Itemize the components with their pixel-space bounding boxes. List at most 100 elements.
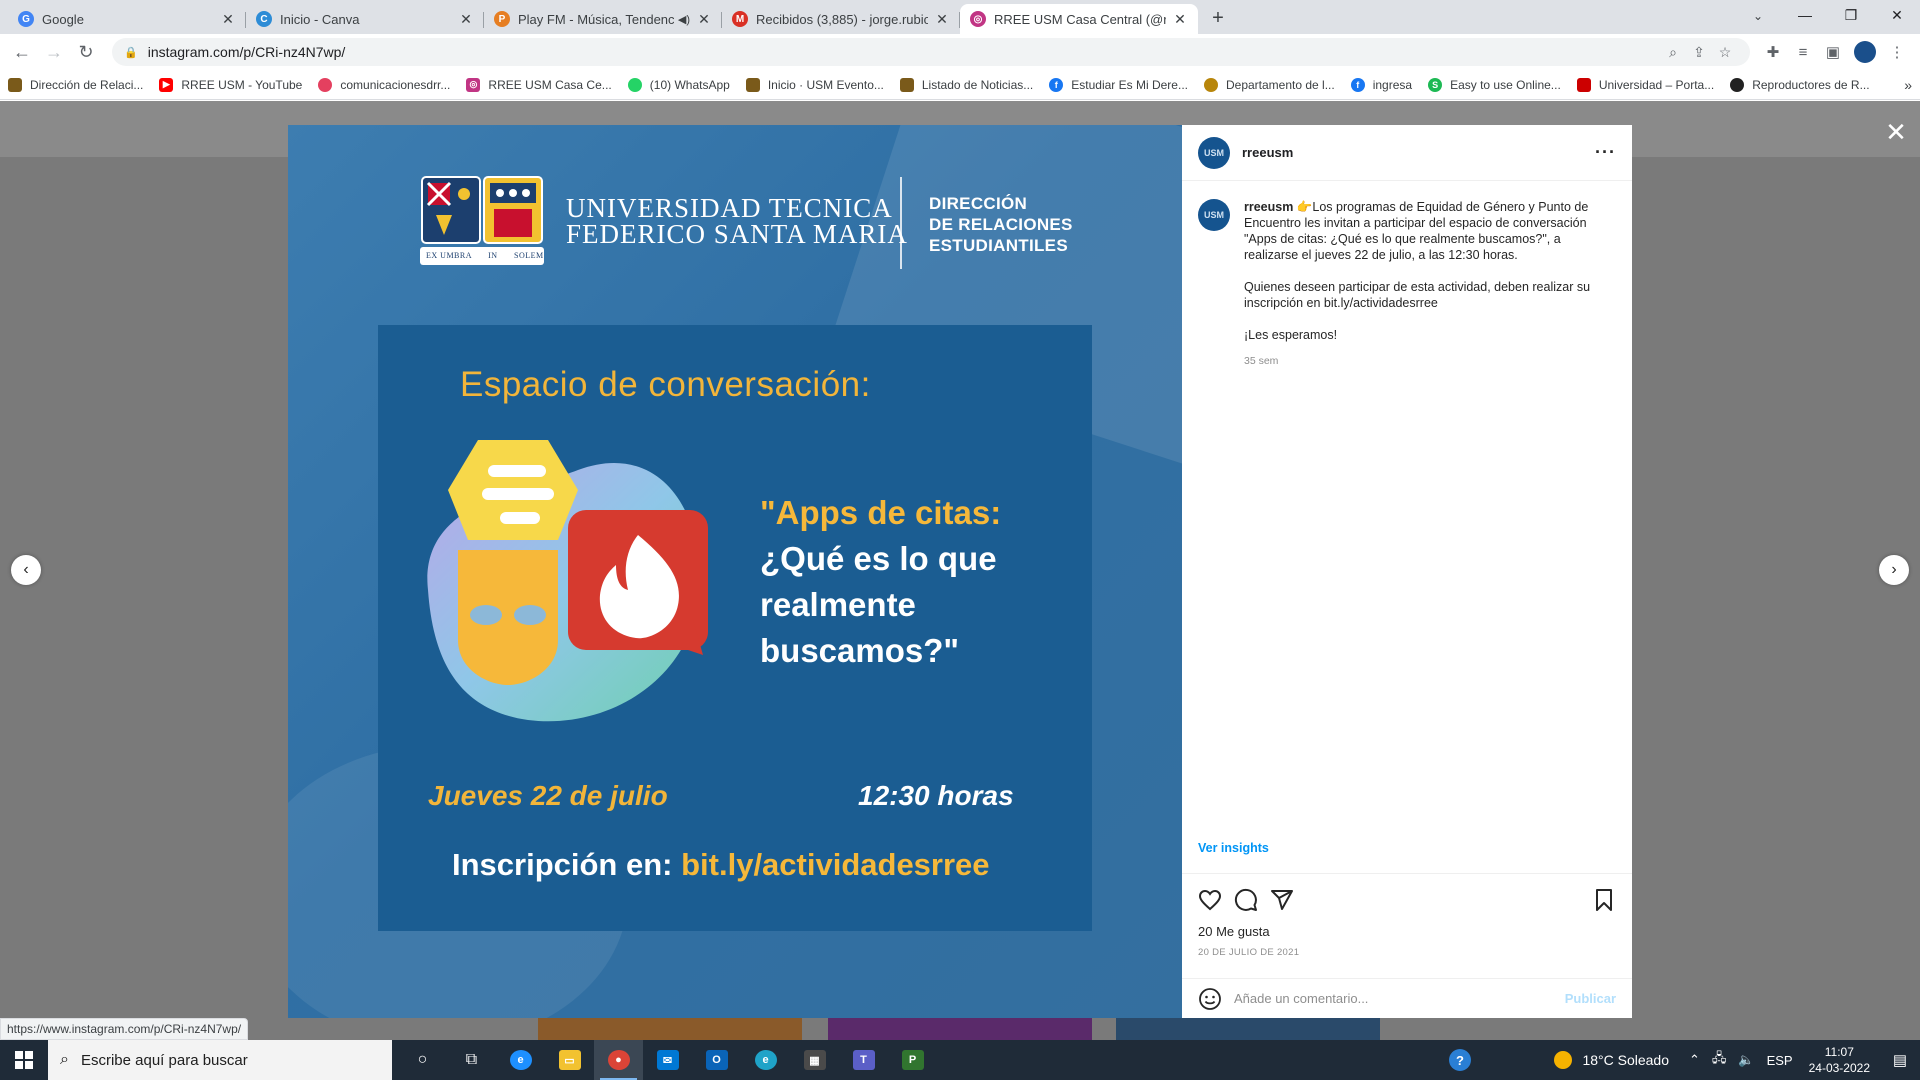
clock-time: 11:07 xyxy=(1824,1045,1854,1059)
side-panel-icon[interactable]: ▣ xyxy=(1818,38,1848,66)
network-icon[interactable]: 🖧 xyxy=(1712,1049,1727,1071)
bookmark-item[interactable]: ◎ RREE USM Casa Ce... xyxy=(466,77,612,92)
bookmark-item[interactable]: comunicacionesdrr... xyxy=(318,77,451,92)
bookmark-item[interactable]: S Easy to use Online... xyxy=(1428,77,1561,92)
share-send-icon[interactable] xyxy=(1270,888,1294,912)
search-icon: ⌕ xyxy=(60,1051,69,1068)
bookmark-item[interactable]: Listado de Noticias... xyxy=(899,77,1033,92)
reload-icon[interactable]: ↻ xyxy=(72,38,100,66)
extensions-icon[interactable]: ✚ xyxy=(1758,38,1788,66)
taskbar-search-placeholder[interactable]: Escribe aquí para buscar xyxy=(81,1052,248,1069)
bookmark-label: comunicacionesdrr... xyxy=(340,77,451,92)
bookmark-favicon-icon xyxy=(1203,77,1218,92)
comment-icon[interactable] xyxy=(1234,888,1258,912)
tab-instagram[interactable]: ◎ RREE USM Casa Central (@rreeusm) ✕ xyxy=(960,4,1198,34)
tab-playfm[interactable]: P Play FM - Música, Tendencias ◀) ✕ xyxy=(484,4,722,34)
close-tab-icon[interactable]: ✕ xyxy=(220,11,236,27)
tab-title: Inicio - Canva xyxy=(280,11,360,27)
clock[interactable]: 11:07 24-03-2022 xyxy=(1809,1044,1870,1076)
close-tab-icon[interactable]: ✕ xyxy=(458,11,474,27)
bookmark-item[interactable]: Inicio · USM Evento... xyxy=(745,77,884,92)
event-card: Espacio de conversación: "Apps de citas:… xyxy=(378,325,1092,931)
minimize-icon[interactable]: — xyxy=(1782,0,1828,30)
mail-icon[interactable]: ✉ xyxy=(643,1040,692,1080)
previous-post-icon[interactable]: ‹ xyxy=(11,555,41,585)
get-help-icon[interactable]: ? xyxy=(1435,1040,1484,1080)
bookmark-item[interactable]: ▶ RREE USM - YouTube xyxy=(159,77,302,92)
teams-icon[interactable]: T xyxy=(839,1040,888,1080)
bookmark-save-icon[interactable] xyxy=(1592,888,1616,912)
edge-icon[interactable]: e xyxy=(741,1040,790,1080)
share-icon[interactable]: ⇪ xyxy=(1686,44,1712,61)
chrome-icon[interactable]: ● xyxy=(594,1040,643,1080)
heart-icon[interactable] xyxy=(1198,888,1222,912)
bookmark-item[interactable]: (10) WhatsApp xyxy=(627,77,730,92)
more-bookmarks-icon[interactable]: » xyxy=(1904,77,1912,93)
address-bar[interactable]: 🔒 instagram.com/p/CRi-nz4N7wp/ ⌕ ⇪ ☆ xyxy=(112,38,1750,66)
comment-input[interactable] xyxy=(1234,991,1565,1006)
task-view-icon[interactable]: ⧉ xyxy=(447,1040,496,1080)
taskbar-search[interactable]: ⌕ Escribe aquí para buscar xyxy=(48,1040,392,1080)
media-control-icon[interactable]: ≡ xyxy=(1788,38,1818,66)
close-tab-icon[interactable]: ✕ xyxy=(696,11,712,27)
bookmark-item[interactable]: Departamento de l... xyxy=(1203,77,1335,92)
volume-icon[interactable]: 🔈 xyxy=(1738,1052,1754,1068)
emoji-icon[interactable] xyxy=(1198,987,1222,1011)
profile-avatar[interactable] xyxy=(1854,41,1876,63)
file-explorer-icon[interactable]: ▭ xyxy=(545,1040,594,1080)
store-icon[interactable]: ▦ xyxy=(790,1040,839,1080)
avatar[interactable]: USM xyxy=(1198,199,1230,231)
instagram-icon: ◎ xyxy=(970,11,986,27)
speaker-icon[interactable]: ◀) xyxy=(678,13,690,26)
tab-canva[interactable]: C Inicio - Canva ✕ xyxy=(246,4,484,34)
notifications-icon[interactable]: ▤ xyxy=(1880,1051,1920,1069)
event-title-line-2: ¿Qué es lo que xyxy=(760,540,997,577)
url-text[interactable]: instagram.com/p/CRi-nz4N7wp/ xyxy=(148,44,1660,60)
menu-icon[interactable]: ⋮ xyxy=(1882,38,1912,66)
project-icon[interactable]: P xyxy=(888,1040,937,1080)
internet-explorer-icon[interactable]: e xyxy=(496,1040,545,1080)
bookmark-item[interactable]: f ingresa xyxy=(1350,77,1412,92)
outlook-icon[interactable]: O xyxy=(692,1040,741,1080)
bookmark-item[interactable]: Dirección de Relaci... xyxy=(8,77,143,92)
tab-gmail[interactable]: M Recibidos (3,885) - jorge.rubiom ✕ xyxy=(722,4,960,34)
caption-username[interactable]: rreeusm xyxy=(1244,200,1293,214)
bookmark-star-icon[interactable]: ☆ xyxy=(1712,44,1738,61)
lock-icon[interactable]: 🔒 xyxy=(124,46,138,59)
bookmark-item[interactable]: f Estudiar Es Mi Dere... xyxy=(1049,77,1188,92)
canva-icon: C xyxy=(256,11,272,27)
bookmark-item[interactable]: Universidad – Porta... xyxy=(1576,77,1714,92)
weather-widget[interactable]: 18°C Soleado xyxy=(1554,1051,1669,1069)
view-insights-link[interactable]: Ver insights xyxy=(1198,841,1269,855)
zoom-icon[interactable]: ⌕ xyxy=(1660,44,1686,61)
new-tab-button[interactable]: + xyxy=(1204,4,1232,32)
bookmark-label: Easy to use Online... xyxy=(1450,77,1561,92)
publish-button[interactable]: Publicar xyxy=(1565,991,1616,1006)
close-tab-icon[interactable]: ✕ xyxy=(1172,11,1188,27)
chevron-up-icon[interactable]: ⌃ xyxy=(1689,1052,1700,1068)
dept-line-1: DIRECCIÓN xyxy=(929,194,1028,213)
post-actions: 20 Me gusta 20 DE JULIO DE 2021 xyxy=(1182,873,1632,958)
bookmark-item[interactable]: Reproductores de R... xyxy=(1730,77,1870,92)
post-age[interactable]: 35 sem xyxy=(1244,353,1614,369)
weather-text: 18°C Soleado xyxy=(1582,1052,1669,1068)
forward-icon[interactable]: → xyxy=(40,38,68,66)
restore-icon[interactable]: ❐ xyxy=(1828,0,1874,30)
language-indicator[interactable]: ESP xyxy=(1767,1053,1793,1068)
likes-count[interactable]: 20 Me gusta xyxy=(1198,924,1616,939)
close-modal-icon[interactable]: ✕ xyxy=(1882,117,1910,147)
more-options-icon[interactable]: ··· xyxy=(1595,142,1616,163)
start-button[interactable] xyxy=(0,1040,48,1080)
avatar[interactable]: USM xyxy=(1198,136,1230,169)
tab-google[interactable]: G Google ✕ xyxy=(8,4,246,34)
cortana-icon[interactable]: ○ xyxy=(398,1040,447,1080)
close-tab-icon[interactable]: ✕ xyxy=(934,11,950,27)
post-username[interactable]: rreeusm xyxy=(1242,145,1595,160)
next-post-icon[interactable]: › xyxy=(1879,555,1909,585)
post-image[interactable]: EX UMBRA IN SOLEM UNIVERSIDAD TECNICA FE… xyxy=(288,125,1182,1018)
back-icon[interactable]: ← xyxy=(8,38,36,66)
close-window-icon[interactable]: ✕ xyxy=(1874,0,1920,30)
thumbnail-strip xyxy=(538,1017,802,1040)
youtube-icon: ▶ xyxy=(159,77,174,92)
tab-search-icon[interactable]: ⌄ xyxy=(1744,4,1772,28)
